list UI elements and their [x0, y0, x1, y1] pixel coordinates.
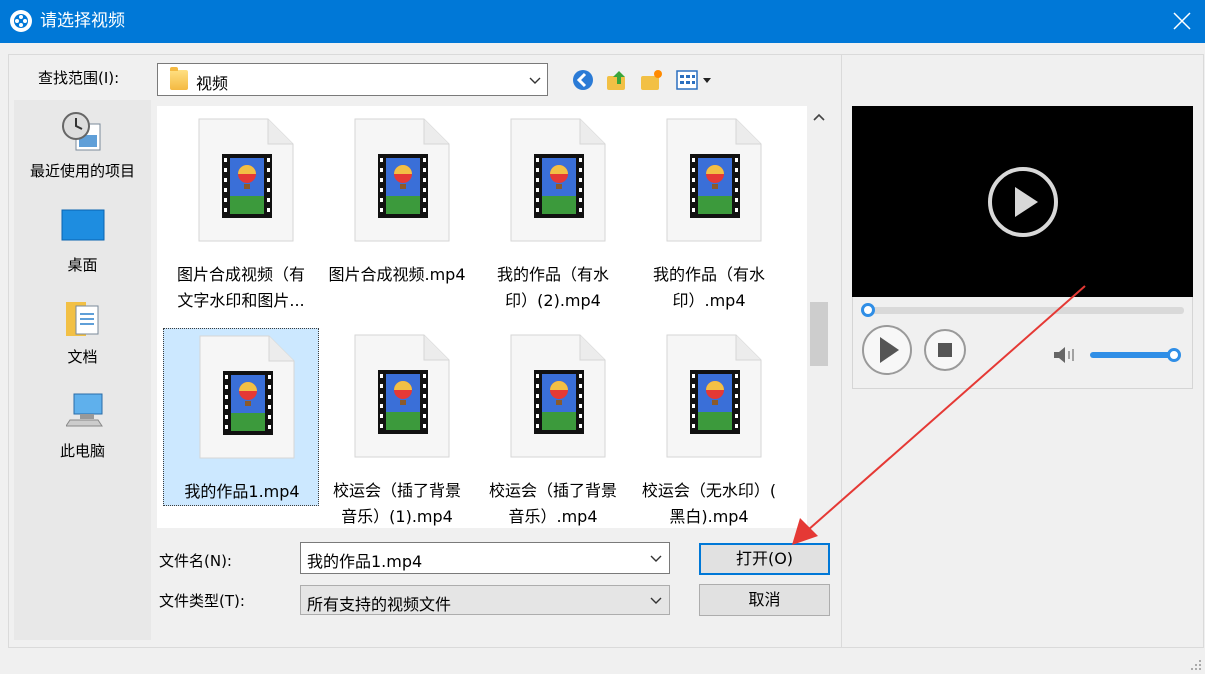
place-label: 最近使用的项目: [29, 162, 135, 180]
filetype-value: 所有支持的视频文件: [307, 595, 452, 614]
film-reel-icon: [10, 10, 32, 32]
video-file-icon: [510, 334, 606, 458]
play-overlay-icon[interactable]: [986, 165, 1060, 239]
volume-handle[interactable]: [1167, 348, 1181, 362]
open-button[interactable]: 打开(O): [699, 543, 830, 575]
filetype-label: 文件类型(T):: [159, 592, 245, 610]
file-name-line1: 图片合成视频（有: [176, 265, 305, 284]
filename-label: 文件名(N):: [159, 552, 232, 570]
scrollbar-thumb[interactable]: [810, 302, 828, 366]
file-name-line1: 我的作品1.mp4: [184, 482, 300, 501]
video-file-icon: [198, 118, 294, 242]
place-computer[interactable]: 此电脑: [14, 390, 151, 480]
file-name-line2: 印）(2).mp4: [505, 291, 601, 310]
file-item[interactable]: 图片合成视频（有 文字水印和图片...: [163, 112, 319, 312]
filename-value: 我的作品1.mp4: [307, 552, 423, 571]
chevron-down-icon: [529, 77, 541, 84]
lookin-value: 视频: [196, 74, 229, 93]
place-label: 桌面: [67, 256, 98, 274]
file-name-line1: 我的作品（有水: [496, 265, 609, 284]
place-label: 此电脑: [59, 442, 105, 460]
file-list-view[interactable]: 图片合成视频（有 文字水印和图片... 图片合成视频.mp4 我的作品（有水 印）(2)…: [157, 106, 807, 528]
place-documents[interactable]: 文档: [14, 296, 151, 386]
volume-icon[interactable]: [1052, 345, 1082, 365]
documents-icon: [66, 302, 99, 336]
file-name-line2: 黑白).mp4: [669, 507, 749, 526]
back-icon[interactable]: [571, 68, 595, 92]
title-bar: 请选择视频: [0, 0, 1205, 43]
seek-handle[interactable]: [861, 303, 875, 317]
video-file-icon: [510, 118, 606, 242]
view-menu-icon[interactable]: [676, 68, 716, 92]
file-item[interactable]: 校运会（无水印）( 黑白).mp4: [631, 328, 787, 528]
scroll-up-icon[interactable]: [813, 112, 825, 122]
lookin-dropdown[interactable]: 视频: [157, 63, 548, 96]
cancel-button[interactable]: 取消: [699, 584, 830, 616]
video-file-icon: [666, 334, 762, 458]
file-name-line2: 文字水印和图片...: [177, 291, 305, 310]
file-list-scrollbar[interactable]: [808, 106, 830, 528]
video-file-icon: [199, 335, 295, 459]
file-name-line2: 音乐）(1).mp4: [341, 507, 453, 526]
video-file-icon: [354, 118, 450, 242]
up-folder-icon[interactable]: [605, 68, 629, 92]
place-label: 文档: [67, 348, 98, 366]
file-item[interactable]: 图片合成视频.mp4: [319, 112, 475, 312]
file-name-line2: 印）.mp4: [672, 291, 746, 310]
close-button[interactable]: [1159, 0, 1205, 43]
close-icon: [1173, 12, 1191, 30]
resize-grip-icon[interactable]: [1190, 659, 1202, 671]
file-name-line2: 音乐）.mp4: [508, 507, 598, 526]
video-file-icon: [666, 118, 762, 242]
recent-items-icon: [62, 112, 101, 151]
video-file-icon: [354, 334, 450, 458]
stop-button[interactable]: [923, 328, 967, 372]
filetype-dropdown[interactable]: 所有支持的视频文件: [300, 585, 670, 615]
seek-bar[interactable]: [862, 307, 1184, 314]
file-name-line1: 校运会（插了背景: [332, 481, 461, 500]
file-item[interactable]: 我的作品（有水 印）(2).mp4: [475, 112, 631, 312]
window-title: 请选择视频: [40, 11, 125, 31]
desktop-icon: [61, 209, 105, 241]
place-recent[interactable]: 最近使用的项目: [14, 106, 151, 196]
new-folder-icon[interactable]: [639, 68, 663, 92]
computer-icon: [66, 393, 103, 427]
file-name-line1: 我的作品（有水: [652, 265, 765, 284]
file-item[interactable]: 我的作品（有水 印）.mp4: [631, 112, 787, 312]
place-desktop[interactable]: 桌面: [14, 204, 151, 294]
places-bar: 最近使用的项目 桌面 文档 此电脑: [14, 100, 151, 640]
lookin-label: 查找范围(I):: [38, 69, 120, 87]
volume-slider[interactable]: [1090, 352, 1176, 358]
chevron-down-icon: [650, 597, 662, 604]
filename-input[interactable]: 我的作品1.mp4: [300, 542, 670, 574]
file-name-line1: 校运会（无水印）(: [641, 481, 777, 500]
play-button[interactable]: [861, 324, 913, 376]
file-item[interactable]: 校运会（插了背景 音乐）(1).mp4: [319, 328, 475, 528]
file-name-line1: 图片合成视频.mp4: [328, 265, 466, 284]
folder-icon: [170, 67, 188, 90]
video-preview[interactable]: [852, 106, 1193, 297]
file-item[interactable]: 校运会（插了背景 音乐）.mp4: [475, 328, 631, 528]
file-name-line1: 校运会（插了背景: [488, 481, 617, 500]
chevron-down-icon[interactable]: [649, 552, 663, 566]
file-item[interactable]: 我的作品1.mp4: [163, 328, 319, 506]
